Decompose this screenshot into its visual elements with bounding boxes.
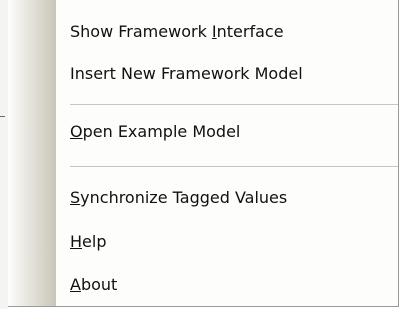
menu-item-accelerator: S bbox=[70, 188, 81, 207]
context-menu: Show Framework Interface Insert New Fram… bbox=[8, 0, 399, 307]
menu-item-label-post: pen Example Model bbox=[82, 122, 241, 141]
background-window-tick bbox=[0, 116, 5, 117]
menu-item-label-pre: Show Framework bbox=[70, 22, 212, 41]
menu-separator bbox=[70, 104, 398, 106]
menu-item-label-post: ynchronize Tagged Values bbox=[80, 188, 288, 207]
menu-item-label-post: bout bbox=[80, 275, 118, 294]
menu-item-label-post: nterface bbox=[216, 22, 284, 41]
background-window-edge bbox=[0, 0, 8, 309]
menu-item-open-example-model[interactable]: Open Example Model bbox=[56, 116, 396, 148]
menu-separator bbox=[70, 166, 398, 168]
menu-item-label-pre: Insert New Framework Model bbox=[70, 64, 303, 83]
menu-item-about[interactable]: About bbox=[56, 269, 396, 301]
menu-item-show-framework-interface[interactable]: Show Framework Interface bbox=[56, 16, 396, 48]
menu-item-help[interactable]: Help bbox=[56, 226, 396, 258]
menu-item-label-post: elp bbox=[82, 232, 107, 251]
menu-item-synchronize-tagged-values[interactable]: Synchronize Tagged Values bbox=[56, 182, 396, 214]
menu-item-accelerator: H bbox=[70, 232, 83, 251]
menu-item-accelerator: O bbox=[70, 122, 83, 141]
menu-item-accelerator: A bbox=[70, 275, 81, 294]
menu-icon-gutter bbox=[8, 0, 56, 306]
menu-item-insert-new-framework-model[interactable]: Insert New Framework Model bbox=[56, 58, 396, 90]
